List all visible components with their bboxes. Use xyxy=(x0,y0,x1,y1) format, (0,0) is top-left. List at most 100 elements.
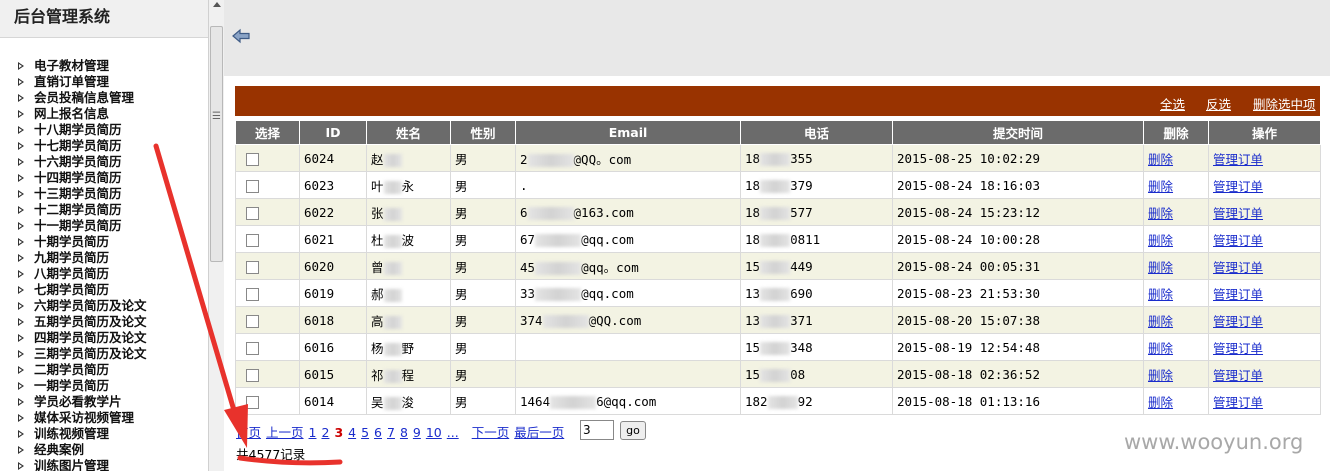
delete-link[interactable]: 删除 xyxy=(1148,287,1173,302)
expand-triangle-icon[interactable] xyxy=(18,78,24,86)
sidebar-item[interactable]: 九期学员简历 xyxy=(16,250,147,266)
expand-triangle-icon[interactable] xyxy=(18,334,24,342)
sidebar-item[interactable]: 十一期学员简历 xyxy=(16,218,147,234)
manage-order-link[interactable]: 管理订单 xyxy=(1213,287,1263,302)
delete-link[interactable]: 删除 xyxy=(1148,341,1173,356)
expand-triangle-icon[interactable] xyxy=(18,430,24,438)
delete-link[interactable]: 删除 xyxy=(1148,233,1173,248)
sidebar-item[interactable]: 四期学员简历及论文 xyxy=(16,330,147,346)
expand-triangle-icon[interactable] xyxy=(18,270,24,278)
sidebar-item[interactable]: 十二期学员简历 xyxy=(16,202,147,218)
expand-triangle-icon[interactable] xyxy=(18,318,24,326)
prev-page-link[interactable]: 上一页 xyxy=(266,425,304,440)
delete-link[interactable]: 删除 xyxy=(1148,206,1173,221)
row-checkbox[interactable] xyxy=(246,206,259,220)
expand-triangle-icon[interactable] xyxy=(18,142,24,150)
expand-triangle-icon[interactable] xyxy=(18,126,24,134)
manage-order-link[interactable]: 管理订单 xyxy=(1213,368,1263,383)
manage-order-link[interactable]: 管理订单 xyxy=(1213,233,1263,248)
expand-triangle-icon[interactable] xyxy=(18,286,24,294)
page-link[interactable]: ... xyxy=(447,425,459,440)
sidebar-item[interactable]: 电子教材管理 xyxy=(16,58,147,74)
expand-triangle-icon[interactable] xyxy=(18,190,24,198)
sidebar-item[interactable]: 媒体采访视频管理 xyxy=(16,410,147,426)
page-number-input[interactable] xyxy=(580,420,614,440)
expand-triangle-icon[interactable] xyxy=(18,174,24,182)
sidebar-item[interactable]: 十期学员简历 xyxy=(16,234,147,250)
expand-triangle-icon[interactable] xyxy=(18,110,24,118)
row-checkbox[interactable] xyxy=(246,314,259,328)
sidebar-item[interactable]: 十八期学员简历 xyxy=(16,122,147,138)
expand-triangle-icon[interactable] xyxy=(18,222,24,230)
back-arrow-icon[interactable] xyxy=(232,28,250,44)
sidebar-item[interactable]: 二期学员简历 xyxy=(16,362,147,378)
delete-link[interactable]: 删除 xyxy=(1148,179,1173,194)
expand-triangle-icon[interactable] xyxy=(18,302,24,310)
manage-order-link[interactable]: 管理订单 xyxy=(1213,314,1263,329)
sidebar-item[interactable]: 经典案例 xyxy=(16,442,147,458)
sidebar-item[interactable]: 五期学员简历及论文 xyxy=(16,314,147,330)
expand-triangle-icon[interactable] xyxy=(18,238,24,246)
sidebar-item[interactable]: 直销订单管理 xyxy=(16,74,147,90)
sidebar-item[interactable]: 一期学员简历 xyxy=(16,378,147,394)
scroll-thumb[interactable] xyxy=(210,26,223,262)
row-checkbox[interactable] xyxy=(246,287,259,301)
sidebar-item[interactable]: 训练视频管理 xyxy=(16,426,147,442)
row-checkbox[interactable] xyxy=(246,395,259,409)
sidebar-item[interactable]: 八期学员简历 xyxy=(16,266,147,282)
last-page-link[interactable]: 最后一页 xyxy=(514,425,564,440)
select-all-link[interactable]: 全选 xyxy=(1160,94,1185,113)
manage-order-link[interactable]: 管理订单 xyxy=(1213,260,1263,275)
sidebar-item[interactable]: 网上报名信息 xyxy=(16,106,147,122)
page-link[interactable]: 2 xyxy=(321,425,329,440)
page-link[interactable]: 10 xyxy=(426,425,442,440)
go-button[interactable]: go xyxy=(620,421,646,440)
sidebar-item[interactable]: 会员投稿信息管理 xyxy=(16,90,147,106)
manage-order-link[interactable]: 管理订单 xyxy=(1213,206,1263,221)
expand-triangle-icon[interactable] xyxy=(18,254,24,262)
row-checkbox[interactable] xyxy=(246,179,259,193)
row-checkbox[interactable] xyxy=(246,260,259,274)
expand-triangle-icon[interactable] xyxy=(18,350,24,358)
sidebar-item[interactable]: 训练图片管理 xyxy=(16,458,147,471)
delete-link[interactable]: 删除 xyxy=(1148,395,1173,410)
row-checkbox[interactable] xyxy=(246,233,259,247)
manage-order-link[interactable]: 管理订单 xyxy=(1213,395,1263,410)
sidebar-item[interactable]: 七期学员简历 xyxy=(16,282,147,298)
sidebar-item[interactable]: 六期学员简历及论文 xyxy=(16,298,147,314)
expand-triangle-icon[interactable] xyxy=(18,414,24,422)
sidebar-item[interactable]: 十三期学员简历 xyxy=(16,186,147,202)
row-checkbox[interactable] xyxy=(246,341,259,355)
page-link[interactable]: 8 xyxy=(400,425,408,440)
expand-triangle-icon[interactable] xyxy=(18,94,24,102)
invert-selection-link[interactable]: 反选 xyxy=(1206,94,1231,113)
splitter-grip-icon[interactable]: ☰ xyxy=(212,112,221,122)
page-link[interactable]: 5 xyxy=(361,425,369,440)
expand-triangle-icon[interactable] xyxy=(18,462,24,470)
manage-order-link[interactable]: 管理订单 xyxy=(1213,152,1263,167)
row-checkbox[interactable] xyxy=(246,368,259,382)
delete-link[interactable]: 删除 xyxy=(1148,368,1173,383)
expand-triangle-icon[interactable] xyxy=(18,158,24,166)
row-checkbox[interactable] xyxy=(246,152,259,166)
sidebar-item[interactable]: 三期学员简历及论文 xyxy=(16,346,147,362)
sidebar-item[interactable]: 十七期学员简历 xyxy=(16,138,147,154)
delete-link[interactable]: 删除 xyxy=(1148,314,1173,329)
manage-order-link[interactable]: 管理订单 xyxy=(1213,341,1263,356)
expand-triangle-icon[interactable] xyxy=(18,62,24,70)
expand-triangle-icon[interactable] xyxy=(18,398,24,406)
first-page-link[interactable]: 首页 xyxy=(236,425,261,440)
sidebar-item[interactable]: 十四期学员简历 xyxy=(16,170,147,186)
delete-link[interactable]: 删除 xyxy=(1148,152,1173,167)
page-link[interactable]: 6 xyxy=(374,425,382,440)
expand-triangle-icon[interactable] xyxy=(18,206,24,214)
delete-selected-link[interactable]: 删除选中项 xyxy=(1253,94,1316,113)
sidebar-item[interactable]: 十六期学员简历 xyxy=(16,154,147,170)
sidebar-scrollbar[interactable]: ☰ xyxy=(208,0,224,471)
page-link[interactable]: 4 xyxy=(348,425,356,440)
expand-triangle-icon[interactable] xyxy=(18,366,24,374)
delete-link[interactable]: 删除 xyxy=(1148,260,1173,275)
expand-triangle-icon[interactable] xyxy=(18,382,24,390)
scroll-up-arrow-icon[interactable] xyxy=(213,2,221,7)
next-page-link[interactable]: 下一页 xyxy=(472,425,510,440)
